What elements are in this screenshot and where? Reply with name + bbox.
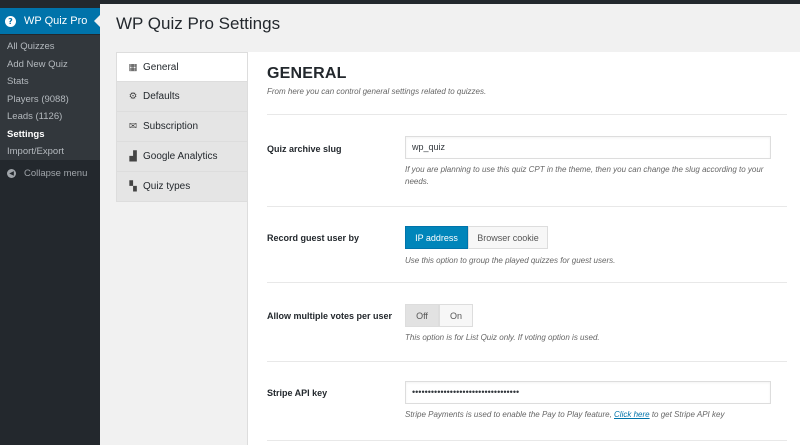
stripe-help-text: Stripe Payments is used to enable the Pa… [405,410,615,419]
submenu-item-players[interactable]: Players (9088) [0,91,100,109]
tab-defaults[interactable]: ⚙ Defaults [116,82,248,112]
collapse-menu-label: Collapse menu [24,168,88,179]
submenu-item-stats[interactable]: Stats [0,73,100,91]
guest-user-toggle: IP address Browser cookie [405,226,548,249]
tab-label: General [143,61,179,73]
multiple-votes-help: This option is for List Quiz only. If vo… [405,333,600,342]
archive-slug-input[interactable]: wp_quiz [405,136,771,159]
divider [267,361,787,362]
multiple-votes-label: Allow multiple votes per user [267,311,393,321]
submenu-item-settings[interactable]: Settings [0,126,100,144]
stripe-click-here-link[interactable]: Click here [614,410,650,419]
multiple-votes-toggle: Off On [405,304,473,327]
tab-quiz-types[interactable]: ▚ Quiz types [116,172,248,202]
divider [267,206,787,207]
table-icon: ▦ [128,61,138,73]
stripe-help-text-end: to get Stripe API key [649,410,725,419]
divider [267,114,787,115]
submenu-item-add-new-quiz[interactable]: Add New Quiz [0,56,100,74]
ip-address-button[interactable]: IP address [405,226,468,249]
submenu-item-leads[interactable]: Leads (1126) [0,108,100,126]
admin-sidebar: ? WP Quiz Pro All Quizzes Add New Quiz S… [0,0,100,445]
collapse-menu-button[interactable]: ◀ Collapse menu [7,168,87,179]
settings-tabs: ▦ General ⚙ Defaults ✉ Subscription ▟ Go… [116,52,248,204]
admin-bar [0,0,800,4]
submenu: All Quizzes Add New Quiz Stats Players (… [0,35,100,160]
current-menu-arrow [94,15,100,27]
stripe-key-help: Stripe Payments is used to enable the Pa… [405,409,724,421]
question-icon: ? [5,15,16,27]
browser-cookie-button[interactable]: Browser cookie [468,226,548,249]
votes-on-button[interactable]: On [439,304,473,327]
stripe-key-label: Stripe API key [267,388,328,398]
divider [267,282,787,283]
votes-off-button[interactable]: Off [405,304,439,327]
submenu-item-all-quizzes[interactable]: All Quizzes [0,38,100,56]
bar-chart-icon: ▟ [129,151,137,162]
section-description: From here you can control general settin… [267,87,487,96]
stripe-key-input[interactable]: •••••••••••••••••••••••••••••••••• [405,381,771,404]
tab-subscription[interactable]: ✉ Subscription [116,112,248,142]
tab-google-analytics[interactable]: ▟ Google Analytics [116,142,248,172]
collapse-arrow-icon: ◀ [7,169,16,178]
archive-slug-label: Quiz archive slug [267,144,342,154]
tab-label: Google Analytics [143,151,218,162]
grid-icon: ▚ [129,181,137,192]
gear-icon: ⚙ [128,91,138,102]
tab-label: Defaults [143,91,180,102]
page-title: WP Quiz Pro Settings [116,14,281,33]
tab-label: Quiz types [143,181,191,192]
menu-item-label: WP Quiz Pro [24,15,88,27]
menu-item-wp-quiz-pro[interactable]: ? WP Quiz Pro [0,8,100,34]
submenu-item-import-export[interactable]: Import/Export [0,143,100,161]
tab-label: Subscription [143,121,199,132]
envelope-icon: ✉ [129,121,137,132]
archive-slug-help: If you are planning to use this quiz CPT… [405,165,764,186]
guest-user-help: Use this option to group the played quiz… [405,256,616,265]
tab-general[interactable]: ▦ General [116,52,248,82]
settings-panel: GENERAL From here you can control genera… [247,52,800,445]
section-title: GENERAL [267,65,347,82]
divider [267,440,787,441]
guest-user-label: Record guest user by [267,233,360,243]
